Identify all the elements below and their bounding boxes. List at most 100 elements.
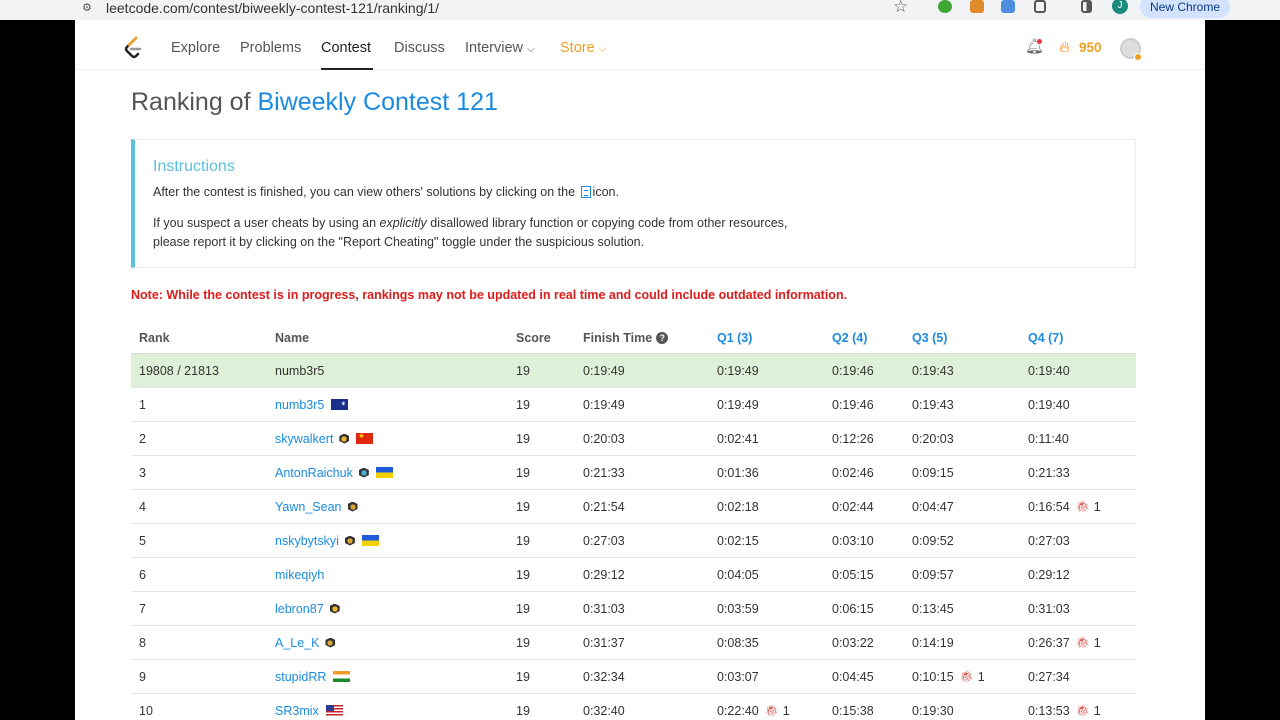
side-panel-icon[interactable] (1081, 0, 1092, 13)
extensions-puzzle-icon[interactable] (1034, 0, 1046, 13)
instructions-line-2-text: If you suspect a user cheats by using an (153, 216, 380, 230)
row-rank: 3 (139, 465, 146, 480)
nav-discuss[interactable]: Discuss (394, 40, 445, 56)
user-link[interactable]: numb3r5 (275, 398, 324, 412)
instructions-panel: Instructions After the contest is finish… (131, 139, 1136, 268)
guardian-badge-icon (344, 535, 355, 546)
instructions-line-2-end: disallowed library function or copying c… (426, 216, 788, 230)
row-q4-time: 0:13:53 (1028, 703, 1070, 718)
header-name: Name (275, 331, 310, 345)
row-q4-time: 0:29:12 (1028, 567, 1070, 582)
row-q1-cell: 0:22:40 🐞︎ 1 (717, 694, 790, 720)
row-q4-cell: 0:26:37 🐞︎ 1 (1028, 626, 1101, 659)
row-q2-time: 0:15:38 (832, 703, 874, 718)
browser-toolbar: ⚙ leetcode.com/contest/biweekly-contest-… (0, 0, 1280, 20)
header-q4[interactable]: Q4 (7) (1028, 321, 1063, 353)
row-score: 19 (516, 669, 530, 684)
row-finish-time: 0:31:03 (583, 601, 625, 616)
table-row: 4 Yawn_Sean 19 0:21:54 0:02:18 0:02:44 0… (131, 490, 1136, 524)
row-finish-time: 0:32:34 (583, 669, 625, 684)
nav-interview[interactable]: Interview ⌵ (465, 40, 535, 56)
address-bar[interactable]: leetcode.com/contest/biweekly-contest-12… (106, 0, 439, 16)
row-name-cell: numb3r5 (275, 388, 349, 421)
table-row: 5 nskybytskyi 19 0:27:03 0:02:15 0:03:10… (131, 524, 1136, 558)
guardian-badge-icon (347, 501, 358, 512)
header-finish-label: Finish Time (583, 331, 653, 345)
instructions-line-1-text: After the contest is finished, you can v… (153, 185, 576, 199)
row-q3-time: 0:14:19 (912, 635, 954, 650)
china-flag-icon (356, 433, 374, 444)
header-q3[interactable]: Q3 (5) (912, 321, 947, 353)
bug-icon: 🐞︎ (764, 704, 779, 717)
row-score: 19 (516, 397, 530, 412)
nav-contest[interactable]: Contest (321, 40, 371, 56)
my-finish-time: 0:19:49 (583, 363, 625, 378)
row-q3-time: 0:10:15 (912, 669, 954, 684)
row-q4-cell: 0:16:54 🐞︎ 1 (1028, 490, 1101, 523)
row-q4-time: 0:19:40 (1028, 397, 1070, 412)
user-link[interactable]: mikeqiyh (275, 568, 324, 582)
contest-link[interactable]: Biweekly Contest 121 (257, 88, 497, 116)
notification-dot (1037, 39, 1042, 44)
nav-store[interactable]: Store ⌵ (560, 40, 606, 56)
table-row: 8 A_Le_K 19 0:31:37 0:08:35 0:03:22 0:14… (131, 626, 1136, 660)
instructions-line-2-emphasis: explicitly (379, 216, 427, 230)
row-q3-time: 0:09:52 (912, 533, 954, 548)
google-translate-icon[interactable] (1001, 0, 1015, 13)
row-q4-time: 0:31:03 (1028, 601, 1070, 616)
user-link[interactable]: nskybytskyi (275, 534, 339, 548)
user-link[interactable]: SR3mix (275, 704, 319, 718)
row-q2-time: 0:02:46 (832, 465, 874, 480)
header-q2[interactable]: Q2 (4) (832, 321, 867, 353)
coins-count[interactable]: 950 (1079, 40, 1102, 55)
bookmark-star-icon[interactable]: ☆ (893, 0, 908, 17)
bug-icon: 🐞︎ (1075, 500, 1090, 513)
row-name-cell: skywalkert (275, 422, 374, 455)
row-q3-time: 0:19:30 (912, 703, 954, 718)
row-q4-time: 0:27:34 (1028, 669, 1070, 684)
row-q1-time: 0:03:59 (717, 601, 759, 616)
user-link[interactable]: AntonRaichuk (275, 466, 353, 480)
table-row: 6 mikeqiyh 19 0:29:12 0:04:05 0:05:15 0:… (131, 558, 1136, 592)
streak-flame-icon[interactable]: 🔥︎ (1059, 38, 1070, 56)
nav-problems[interactable]: Problems (240, 40, 301, 56)
row-name-cell: stupidRR (275, 660, 351, 693)
row-q4-cell: 0:13:53 🐞︎ 1 (1028, 694, 1101, 720)
site-settings-icon[interactable]: ⚙ (82, 1, 92, 14)
user-link[interactable]: lebron87 (275, 602, 324, 616)
row-q1-time: 0:04:05 (717, 567, 759, 582)
extension-green-icon[interactable] (938, 0, 952, 13)
my-q2-time: 0:19:46 (832, 363, 874, 378)
my-q4-time: 0:19:40 (1028, 363, 1070, 378)
top-navbar: Explore Problems Contest Discuss Intervi… (75, 20, 1205, 70)
wrong-submission-count: 1 (977, 669, 985, 684)
new-chrome-button[interactable]: New Chrome (1140, 0, 1231, 18)
user-link[interactable]: A_Le_K (275, 636, 319, 650)
bug-icon: 🐞︎ (959, 670, 974, 683)
wrong-submission-count: 1 (1093, 703, 1101, 718)
leetcode-logo-icon[interactable] (123, 36, 145, 60)
bug-icon: 🐞︎ (1075, 704, 1090, 717)
row-score: 19 (516, 703, 530, 718)
row-finish-time: 0:32:40 (583, 703, 625, 718)
user-link[interactable]: skywalkert (275, 432, 333, 446)
profile-avatar[interactable]: J (1112, 0, 1128, 14)
row-rank: 10 (139, 703, 153, 718)
ukraine-flag-icon (361, 535, 379, 546)
row-rank: 6 (139, 567, 146, 582)
help-icon[interactable]: ? (656, 332, 669, 344)
row-score: 19 (516, 567, 530, 582)
row-q2-time: 0:02:44 (832, 499, 874, 514)
row-finish-time: 0:21:54 (583, 499, 625, 514)
progress-note: Note: While the contest is in progress, … (131, 288, 848, 302)
row-q3-cell: 0:10:15 🐞︎ 1 (912, 660, 985, 693)
user-link[interactable]: Yawn_Sean (275, 500, 342, 514)
chevron-down-icon: ⌵ (527, 44, 535, 55)
instructions-line-3: please report it by clicking on the "Rep… (153, 235, 645, 249)
row-q1-time: 0:03:07 (717, 669, 759, 684)
user-link[interactable]: stupidRR (275, 670, 326, 684)
nav-explore[interactable]: Explore (171, 40, 220, 56)
table-row: 9 stupidRR 19 0:32:34 0:03:07 0:04:45 0:… (131, 660, 1136, 694)
header-q1[interactable]: Q1 (3) (717, 321, 752, 353)
extension-orange-icon[interactable] (970, 0, 984, 13)
